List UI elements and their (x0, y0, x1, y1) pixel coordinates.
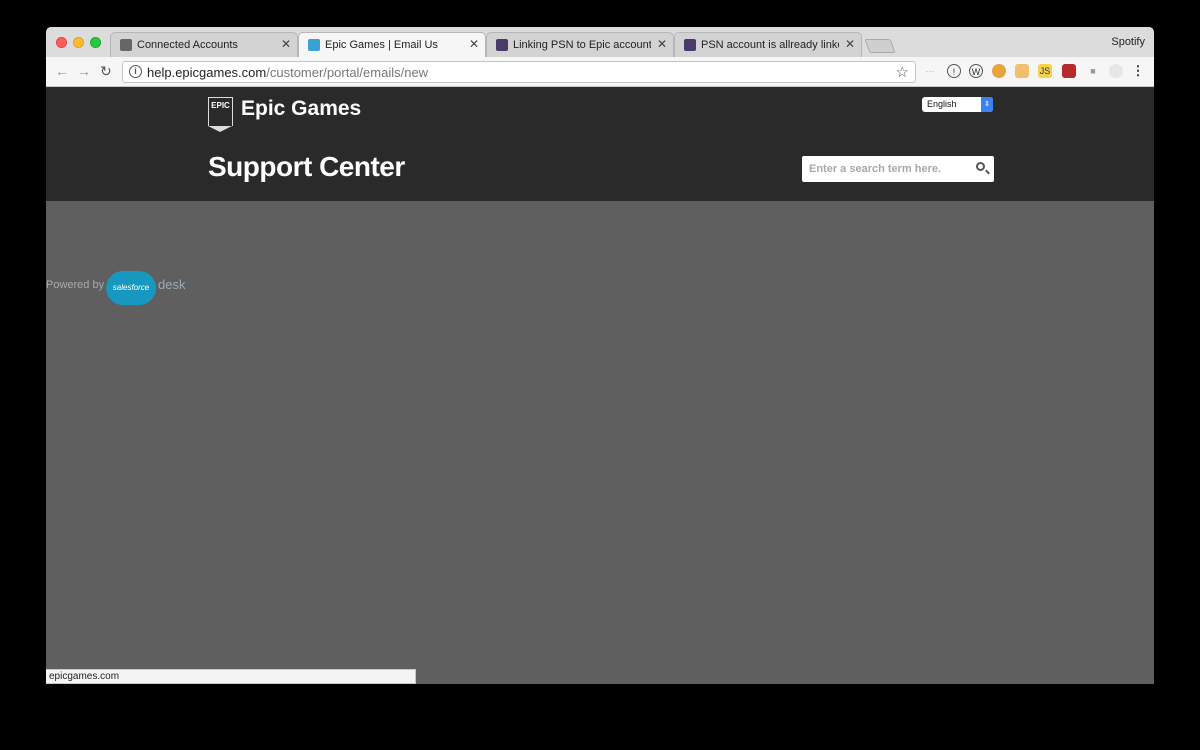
language-selected: English (927, 99, 957, 109)
language-select[interactable]: English ⇕ (922, 97, 993, 112)
desk-logo-text: desk (158, 277, 186, 292)
forward-arrow-icon[interactable]: → (77, 63, 91, 79)
bookmark-star-icon[interactable]: ☆ (896, 63, 909, 81)
close-tab-icon[interactable]: ✕ (657, 37, 667, 51)
desk-favicon-icon (308, 39, 320, 51)
browser-window: Connected Accounts ✕ Epic Games | Email … (46, 27, 1154, 684)
back-arrow-icon[interactable]: ← (55, 63, 69, 79)
tab-linking-psn[interactable]: Linking PSN to Epic account pr ✕ (486, 32, 674, 57)
w-extension-icon[interactable]: W (969, 64, 983, 78)
epic-favicon-icon (120, 39, 132, 51)
tab-title: Linking PSN to Epic account pr (513, 39, 651, 51)
new-tab-button[interactable] (864, 39, 896, 53)
profile-name[interactable]: Spotify (1111, 36, 1145, 48)
search-box (802, 156, 994, 182)
close-tab-icon[interactable]: ✕ (281, 37, 291, 51)
circle-extension-icon[interactable] (1109, 64, 1123, 78)
menu-kebab-icon[interactable]: ⋮ (1131, 64, 1145, 78)
search-input[interactable] (802, 156, 962, 182)
epic-logo-icon[interactable]: EPIC (208, 97, 233, 132)
page-title: Support Center (208, 151, 405, 182)
search-icon[interactable] (976, 162, 985, 171)
camera-extension-icon[interactable]: ■ (1086, 64, 1100, 78)
tab-email-us[interactable]: Epic Games | Email Us ✕ (298, 32, 486, 58)
powered-by-label: Powered by (46, 279, 105, 291)
tab-psn-linked[interactable]: PSN account is allready linked ✕ (674, 32, 862, 57)
select-arrows-icon: ⇕ (981, 97, 993, 112)
salesforce-logo-text: salesforce (112, 283, 150, 292)
url-text: help.epicgames.com/customer/portal/email… (147, 65, 429, 80)
salesforce-logo[interactable]: salesforce (106, 271, 156, 305)
face-extension-icon[interactable] (1015, 64, 1029, 78)
maximize-window-button[interactable] (90, 37, 101, 48)
close-window-button[interactable] (56, 37, 67, 48)
password-extension-icon[interactable]: ! (947, 64, 961, 78)
tab-title: PSN account is allready linked (701, 39, 839, 51)
address-bar[interactable]: i help.epicgames.com/customer/portal/ema… (122, 61, 916, 83)
status-bar-url: epicgames.com (46, 669, 416, 684)
forum-favicon-icon (496, 39, 508, 51)
tab-title: Connected Accounts (137, 39, 238, 51)
forum-favicon-icon (684, 39, 696, 51)
tab-connected-accounts[interactable]: Connected Accounts ✕ (110, 32, 298, 57)
browser-toolbar: ← → ↻ i help.epicgames.com/customer/port… (46, 57, 1154, 87)
reload-icon[interactable]: ↻ (100, 63, 112, 80)
cookie-extension-icon[interactable] (992, 64, 1006, 78)
minimize-window-button[interactable] (73, 37, 84, 48)
dots-extension-icon[interactable]: ··· (923, 64, 937, 78)
brand-name[interactable]: Epic Games (241, 97, 361, 121)
close-tab-icon[interactable]: ✕ (845, 37, 855, 51)
js-extension-icon[interactable]: JS (1038, 64, 1052, 78)
site-header: EPIC Epic Games English ⇕ Support Center (46, 87, 1154, 201)
tab-strip: Connected Accounts ✕ Epic Games | Email … (46, 27, 1154, 58)
tab-title: Epic Games | Email Us (325, 39, 438, 51)
close-tab-icon[interactable]: ✕ (469, 37, 479, 51)
site-info-icon[interactable]: i (129, 65, 142, 78)
ublock-extension-icon[interactable] (1062, 64, 1076, 78)
